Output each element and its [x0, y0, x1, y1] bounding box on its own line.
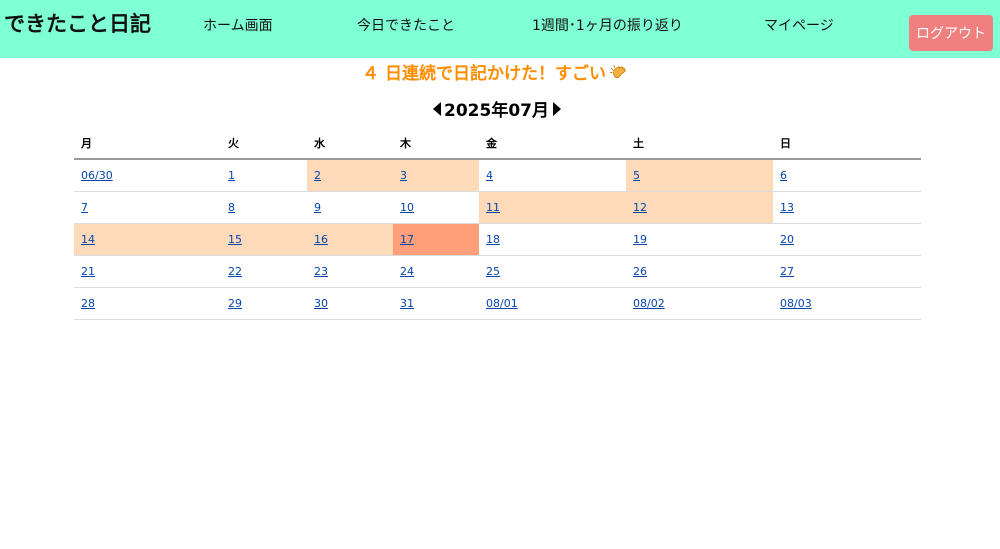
- calendar-day-link[interactable]: 17: [400, 233, 414, 246]
- month-navigation: 2025年07月: [0, 99, 994, 123]
- calendar-day-cell: 24: [393, 255, 479, 288]
- calendar-day-cell: 08/01: [479, 287, 626, 320]
- calendar-day-cell: 08/02: [626, 287, 773, 320]
- calendar-day-link[interactable]: 23: [314, 265, 328, 278]
- calendar-day-cell: 16: [307, 223, 393, 256]
- calendar-day-link[interactable]: 6: [780, 169, 787, 182]
- next-month-icon[interactable]: [552, 102, 561, 116]
- calendar-day-cell: 29: [221, 287, 307, 320]
- calendar-day-cell: 08/03: [773, 287, 921, 320]
- weekday-header: 日: [773, 127, 921, 160]
- calendar-day-cell: 6: [773, 159, 921, 192]
- calendar-day-cell: 7: [74, 191, 221, 224]
- calendar-day-link[interactable]: 10: [400, 201, 414, 214]
- weekday-header: 月: [74, 127, 221, 160]
- calendar-day-cell: 21: [74, 255, 221, 288]
- calendar-day-link[interactable]: 22: [228, 265, 242, 278]
- app-brand[interactable]: できたこと日記: [4, 8, 151, 40]
- nav-link-home[interactable]: ホーム画面: [203, 15, 273, 37]
- calendar-day-cell: 18: [479, 223, 626, 256]
- calendar-day-link[interactable]: 11: [486, 201, 500, 214]
- calendar-week-row: 28 29 30 31 08/01 08/02 08/03: [74, 287, 921, 320]
- calendar-day-cell: 4: [479, 159, 626, 192]
- calendar-day-link[interactable]: 28: [81, 297, 95, 310]
- calendar-day-link[interactable]: 29: [228, 297, 242, 310]
- calendar-day-link[interactable]: 7: [81, 201, 88, 214]
- calendar-day-link[interactable]: 12: [633, 201, 647, 214]
- nav-link-today-done[interactable]: 今日できたこと: [357, 15, 455, 37]
- calendar-day-link[interactable]: 18: [486, 233, 500, 246]
- calendar-day-cell: 1: [221, 159, 307, 192]
- calendar-day-link[interactable]: 30: [314, 297, 328, 310]
- calendar-week-row: 21 22 23 24 25 26 27: [74, 255, 921, 288]
- calendar-day-cell: 8: [221, 191, 307, 224]
- calendar-body: 06/30 1 2 3 4 5 6 7 8 9 10 11 12 13 14 15 16 17 18 19 20 21 22…: [74, 159, 921, 320]
- calendar-week-row: 14 15 16 17 18 19 20: [74, 223, 921, 256]
- calendar-day-link[interactable]: 24: [400, 265, 414, 278]
- calendar-day-cell: 25: [479, 255, 626, 288]
- weekday-header-row: 月火水木金土日: [74, 127, 921, 160]
- calendar-day-link[interactable]: 1: [228, 169, 235, 182]
- calendar-day-cell: 23: [307, 255, 393, 288]
- top-navbar: できたこと日記 ホーム画面 今日できたこと 1週間･1ヶ月の振り返り マイページ…: [0, 0, 1000, 58]
- calendar-day-link[interactable]: 31: [400, 297, 414, 310]
- weekday-header: 火: [221, 127, 307, 160]
- weekday-header: 木: [393, 127, 479, 160]
- streak-message: ４ 日連続で日記かけた！すごい: [0, 62, 990, 86]
- calendar-day-cell: 30: [307, 287, 393, 320]
- calendar-day-cell: 2: [307, 159, 393, 192]
- calendar-day-link[interactable]: 08/02: [633, 297, 665, 310]
- clapping-hands-icon: [610, 64, 628, 82]
- calendar-day-link[interactable]: 08/01: [486, 297, 518, 310]
- calendar-day-cell: 17: [393, 223, 479, 256]
- calendar-day-link[interactable]: 16: [314, 233, 328, 246]
- calendar-day-cell: 9: [307, 191, 393, 224]
- calendar-day-cell: 15: [221, 223, 307, 256]
- calendar-day-link[interactable]: 27: [780, 265, 794, 278]
- prev-month-icon[interactable]: [433, 102, 441, 116]
- calendar-day-link[interactable]: 3: [400, 169, 407, 182]
- calendar-day-cell: 12: [626, 191, 773, 224]
- calendar-day-cell: 31: [393, 287, 479, 320]
- calendar-day-cell: 06/30: [74, 159, 221, 192]
- current-month-label: 2025年07月: [444, 101, 549, 121]
- calendar-week-row: 7 8 9 10 11 12 13: [74, 191, 921, 224]
- calendar-week-row: 06/30 1 2 3 4 5 6: [74, 159, 921, 192]
- calendar-day-cell: 13: [773, 191, 921, 224]
- calendar-day-link[interactable]: 8: [228, 201, 235, 214]
- weekday-header: 土: [626, 127, 773, 160]
- calendar-day-link[interactable]: 08/03: [780, 297, 812, 310]
- calendar-day-link[interactable]: 21: [81, 265, 95, 278]
- calendar-day-link[interactable]: 20: [780, 233, 794, 246]
- calendar-day-link[interactable]: 14: [81, 233, 95, 246]
- nav-link-mypage[interactable]: マイページ: [764, 15, 834, 37]
- calendar-day-cell: 11: [479, 191, 626, 224]
- calendar-day-link[interactable]: 26: [633, 265, 647, 278]
- calendar-day-cell: 3: [393, 159, 479, 192]
- calendar-day-cell: 28: [74, 287, 221, 320]
- calendar-day-cell: 22: [221, 255, 307, 288]
- calendar-day-link[interactable]: 9: [314, 201, 321, 214]
- calendar-day-cell: 10: [393, 191, 479, 224]
- calendar-day-cell: 14: [74, 223, 221, 256]
- calendar-day-cell: 19: [626, 223, 773, 256]
- weekday-header: 金: [479, 127, 626, 160]
- calendar-day-link[interactable]: 5: [633, 169, 640, 182]
- calendar-day-cell: 5: [626, 159, 773, 192]
- nav-link-review[interactable]: 1週間･1ヶ月の振り返り: [532, 15, 683, 37]
- calendar-day-link[interactable]: 4: [486, 169, 493, 182]
- logout-button[interactable]: ログアウト: [909, 15, 993, 51]
- calendar-day-link[interactable]: 13: [780, 201, 794, 214]
- calendar-day-cell: 20: [773, 223, 921, 256]
- streak-text: ４ 日連続で日記かけた！すごい: [362, 64, 606, 84]
- calendar-day-cell: 26: [626, 255, 773, 288]
- calendar-day-link[interactable]: 19: [633, 233, 647, 246]
- calendar-day-cell: 27: [773, 255, 921, 288]
- calendar-day-link[interactable]: 2: [314, 169, 321, 182]
- calendar-day-link[interactable]: 06/30: [81, 169, 113, 182]
- calendar-table: 月火水木金土日 06/30 1 2 3 4 5 6 7 8 9 10 11 12 13 14 15 16 17 18…: [74, 127, 921, 320]
- calendar-day-link[interactable]: 15: [228, 233, 242, 246]
- calendar-day-link[interactable]: 25: [486, 265, 500, 278]
- weekday-header: 水: [307, 127, 393, 160]
